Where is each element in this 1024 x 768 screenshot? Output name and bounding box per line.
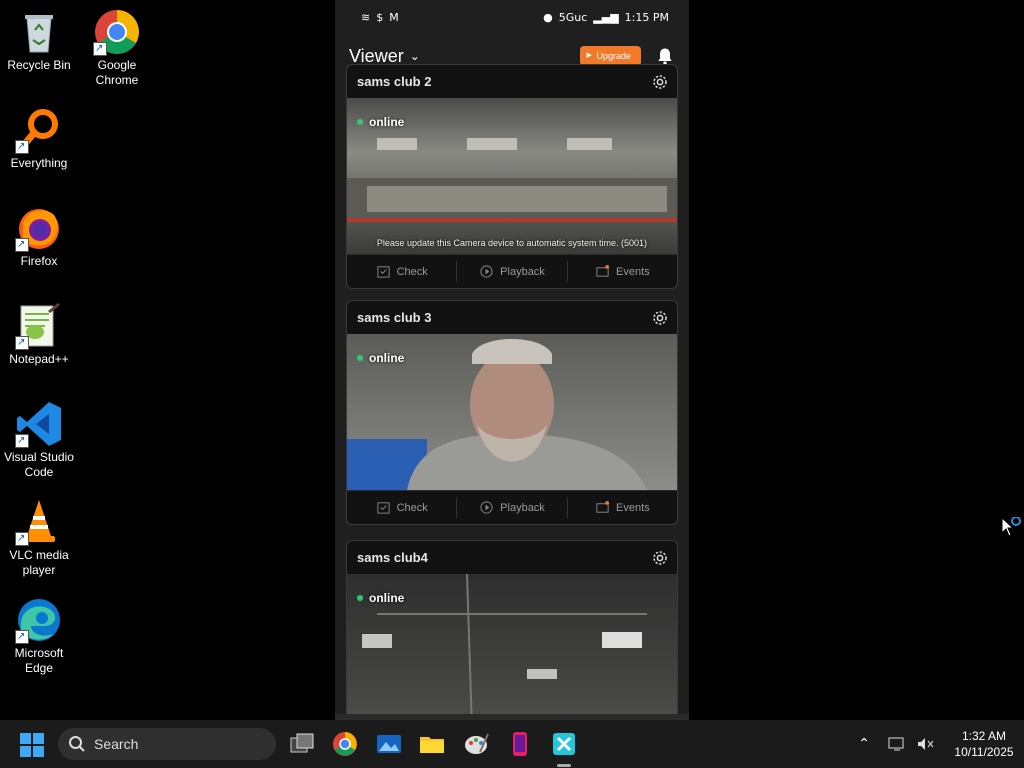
- network-icon[interactable]: [888, 736, 906, 752]
- desktop-icon-everything[interactable]: Everything: [1, 106, 77, 171]
- phone-link-taskbar-icon[interactable]: [506, 730, 534, 758]
- desktop-icon-edge[interactable]: Microsoft Edge: [1, 596, 77, 676]
- chrome-taskbar-icon[interactable]: [331, 730, 359, 758]
- shortcut-arrow-icon: [15, 629, 29, 644]
- phone-mirror-window[interactable]: ≋ $ M ● 5Guc ▂▄▆ 1:15 PM Viewer ⌄ Upgrad…: [335, 0, 689, 720]
- desktop-icon-label: Microsoft Edge: [14, 646, 64, 675]
- taskbar-search[interactable]: Search: [58, 728, 276, 760]
- camera-actions: Check Playback Events: [347, 490, 677, 524]
- desktop-icon-vscode[interactable]: Visual Studio Code: [1, 400, 77, 480]
- online-dot-icon: [357, 595, 363, 601]
- check-button[interactable]: Check: [347, 261, 458, 282]
- playback-icon: [480, 265, 493, 278]
- gear-icon[interactable]: [651, 549, 669, 567]
- desktop-icon-label: Google Chrome: [95, 58, 139, 87]
- desktop-icon-label: Notepad++: [9, 352, 69, 366]
- location-icon: ●: [543, 11, 553, 24]
- volume-muted-icon[interactable]: [916, 736, 934, 752]
- taskbar: Search ⌃ 1:32 AM 10/11/2025: [0, 720, 1024, 768]
- playback-icon: [480, 501, 493, 514]
- paint-taskbar-icon[interactable]: [462, 730, 490, 758]
- search-icon: [69, 736, 85, 752]
- chevron-up-icon[interactable]: ⌃: [858, 736, 870, 752]
- camera-name: sams club 2: [357, 74, 432, 89]
- shortcut-arrow-icon: [15, 139, 29, 154]
- desktop-icon-label: Firefox: [20, 254, 58, 268]
- wifi-hotspot-icon: ≋: [361, 11, 371, 24]
- desktop-icon-label: VLC media player: [9, 548, 69, 577]
- check-icon: [376, 266, 390, 278]
- active-app-indicator: [557, 764, 571, 767]
- desktop-icon-chrome[interactable]: Google Chrome: [79, 8, 155, 88]
- desktop-icon-firefox[interactable]: Firefox: [1, 204, 77, 269]
- playback-button[interactable]: Playback: [457, 261, 568, 282]
- desktop-icon-notepadpp[interactable]: Notepad++: [1, 302, 77, 367]
- camera-card: sams club 2 online Please update this Ca…: [346, 64, 678, 289]
- mail-icon: M: [389, 11, 399, 24]
- task-view-icon[interactable]: [288, 730, 316, 758]
- dollar-icon: $: [376, 11, 384, 24]
- camera-card: sams club4 online: [346, 540, 678, 720]
- check-icon: [376, 502, 390, 514]
- events-icon: [596, 264, 610, 277]
- camera-name: sams club4: [357, 550, 428, 565]
- signal-icon: ▂▄▆: [593, 11, 619, 24]
- upgrade-button[interactable]: Upgrade: [580, 46, 641, 66]
- online-status: online: [357, 351, 404, 365]
- mirror-app-taskbar-icon[interactable]: [550, 730, 578, 758]
- firefox-icon: [15, 204, 63, 252]
- bell-icon[interactable]: [655, 46, 675, 66]
- clock[interactable]: 1:32 AM 10/11/2025: [944, 728, 1024, 760]
- everything-search-icon: [15, 106, 63, 154]
- desktop-icon-recycle-bin[interactable]: Recycle Bin: [1, 8, 77, 73]
- clock-date: 10/11/2025: [954, 745, 1014, 759]
- shortcut-arrow-icon: [15, 531, 29, 546]
- desktop-icon-label: Everything: [10, 156, 68, 170]
- desktop-icon-label: Recycle Bin: [7, 58, 71, 72]
- camera-notice: Please update this Camera device to auto…: [376, 238, 648, 248]
- desktop-icon-vlc[interactable]: VLC media player: [1, 498, 77, 578]
- shortcut-arrow-icon: [15, 237, 29, 252]
- recycle-bin-icon: [15, 8, 63, 56]
- shortcut-arrow-icon: [15, 335, 29, 350]
- gear-icon[interactable]: [651, 309, 669, 327]
- camera-actions: Check Playback Events: [347, 254, 677, 288]
- gear-icon[interactable]: [651, 73, 669, 91]
- status-time: 1:15 PM: [624, 11, 669, 24]
- camera-card: sams club 3 online Check Playback Events: [346, 300, 678, 525]
- desktop-icon-label: Visual Studio Code: [4, 450, 74, 479]
- clock-time: 1:32 AM: [961, 729, 1007, 743]
- playback-button[interactable]: Playback: [457, 497, 568, 518]
- camera-feed[interactable]: online: [347, 334, 677, 490]
- start-button[interactable]: [20, 733, 44, 757]
- camera-name: sams club 3: [357, 310, 432, 325]
- online-dot-icon: [357, 119, 363, 125]
- mouse-cursor-icon: [1001, 517, 1021, 537]
- online-status: online: [357, 115, 404, 129]
- chrome-icon: [93, 8, 141, 56]
- online-status: online: [357, 591, 404, 605]
- phone-status-bar: ≋ $ M ● 5Guc ▂▄▆ 1:15 PM: [335, 0, 689, 35]
- edge-icon: [15, 596, 63, 644]
- events-button[interactable]: Events: [568, 261, 677, 282]
- chevron-down-icon: ⌄: [409, 49, 420, 63]
- camera-feed[interactable]: online Please update this Camera device …: [347, 98, 677, 254]
- system-tray: ⌃ 1:32 AM 10/11/2025: [858, 720, 1024, 768]
- search-label: Search: [94, 736, 139, 752]
- network-type: 5Guc: [558, 11, 588, 24]
- notepadpp-icon: [15, 302, 63, 350]
- windows-logo-icon: [20, 733, 31, 744]
- online-dot-icon: [357, 355, 363, 361]
- camera-feed[interactable]: online: [347, 574, 677, 720]
- events-icon: [596, 500, 610, 513]
- events-button[interactable]: Events: [568, 497, 677, 518]
- vscode-icon: [15, 400, 63, 448]
- file-explorer-icon[interactable]: [418, 730, 446, 758]
- vlc-icon: [15, 498, 63, 546]
- shortcut-arrow-icon: [93, 41, 107, 56]
- shortcut-arrow-icon: [15, 433, 29, 448]
- check-button[interactable]: Check: [347, 497, 458, 518]
- photos-taskbar-icon[interactable]: [375, 730, 403, 758]
